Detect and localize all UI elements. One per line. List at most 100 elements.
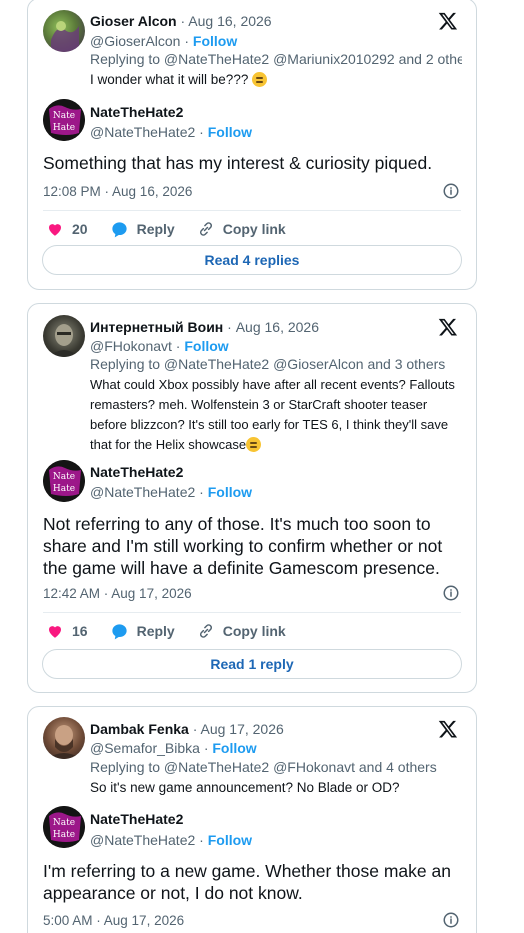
replying-to: Replying to @NateTheHate2 @Mariunix20102… <box>90 51 462 67</box>
tweet-text-line: What could Xbox possibly have after all … <box>90 377 455 392</box>
like-button[interactable]: 16 <box>46 622 88 640</box>
reply-label: Reply <box>136 221 175 237</box>
avatar[interactable] <box>43 717 85 759</box>
author-row: Gioser Alcon · Aug 16, 2026 <box>90 12 462 30</box>
tweet-card: Dambak Fenka · Aug 17, 2026 @Semafor_Bib… <box>27 706 477 933</box>
reply-text-line: I'm referring to a new game. Whether tho… <box>43 861 451 881</box>
thinking-emoji-icon <box>246 437 262 452</box>
tweet-date[interactable]: · Aug 16, 2026 <box>181 13 272 29</box>
reply-text-line: Not referring to any of those. It's much… <box>43 514 431 534</box>
reply-text-line: the game will have a definite Gamescom p… <box>43 558 440 578</box>
like-button[interactable]: 20 <box>46 220 88 238</box>
handle-row: @FHokonavt · Follow <box>90 337 462 355</box>
replying-to: Replying to @NateTheHate2 @FHokonavt and… <box>90 759 437 775</box>
copy-link-button[interactable]: Copy link <box>197 622 286 640</box>
author-handle[interactable]: @FHokonavt · <box>90 338 180 354</box>
reply-button[interactable]: Reply <box>110 622 175 641</box>
read-replies-button[interactable]: Read 1 reply <box>42 649 462 679</box>
author-name[interactable]: Интернетный Воин <box>90 319 223 335</box>
reply-text-line: appearance or not, I do not know. <box>43 883 303 903</box>
avatar[interactable]: Nate Hate <box>43 99 85 141</box>
author-name[interactable]: Dambak Fenka <box>90 721 189 737</box>
reply-author-handle[interactable]: @NateTheHate2 · <box>90 832 204 848</box>
tweet-text-content: So it's new game announcement? No Blade … <box>90 780 400 795</box>
reply-author-name[interactable]: NateTheHate2 <box>90 811 183 827</box>
follow-button[interactable]: Follow <box>208 832 252 848</box>
reply-handle-row: @NateTheHate2 · Follow <box>90 831 462 849</box>
author-row: Интернетный Воин · Aug 16, 2026 <box>90 318 462 336</box>
reply-author-row: NateTheHate2 <box>90 103 462 121</box>
reply-bubble-icon <box>111 623 127 639</box>
tweet-text: I wonder what it will be??? <box>90 70 460 90</box>
follow-button[interactable]: Follow <box>184 338 228 354</box>
handle-row: @GioserAlcon · Follow <box>90 32 462 50</box>
avatar[interactable] <box>43 10 85 52</box>
author-row: Dambak Fenka · Aug 17, 2026 <box>90 720 462 738</box>
reply-author-row: NateTheHate2 <box>90 810 462 828</box>
copy-link-label: Copy link <box>222 623 286 639</box>
action-bar: 20 Reply Copy link <box>46 219 462 239</box>
author-name[interactable]: Gioser Alcon <box>90 13 177 29</box>
reply-label: Reply <box>136 623 175 639</box>
thinking-emoji-icon <box>252 72 268 87</box>
svg-text:Nate: Nate <box>53 472 75 482</box>
copy-link-button[interactable]: Copy link <box>197 220 286 238</box>
heart-icon <box>49 224 61 236</box>
reply-author-name[interactable]: NateTheHate2 <box>90 104 183 120</box>
tweet-card: Интернетный Воин · Aug 16, 2026 @FHokona… <box>27 303 477 693</box>
heart-icon <box>49 626 61 638</box>
svg-text:Hate: Hate <box>53 123 75 133</box>
avatar-face-icon <box>49 324 79 357</box>
timestamp[interactable]: 5:00 AM · Aug 17, 2026 <box>43 913 184 928</box>
reply-text: I'm referring to a new game. Whether tho… <box>43 860 462 904</box>
link-icon <box>199 624 212 638</box>
like-count: 16 <box>72 623 88 639</box>
avatar[interactable]: Nate Hate <box>43 806 85 848</box>
link-icon <box>199 222 212 236</box>
divider <box>43 612 461 613</box>
replying-to: Replying to @NateTheHate2 @GioserAlcon a… <box>90 356 446 372</box>
follow-button[interactable]: Follow <box>212 740 256 756</box>
timestamp[interactable]: 12:42 AM · Aug 17, 2026 <box>43 586 192 601</box>
author-handle[interactable]: @Semafor_Bibka · <box>90 740 208 756</box>
follow-button[interactable]: Follow <box>208 124 252 140</box>
reply-handle-row: @NateTheHate2 · Follow <box>90 123 462 141</box>
tweet-text: What could Xbox possibly have after all … <box>90 375 460 455</box>
tweet-date[interactable]: · Aug 17, 2026 <box>193 721 284 737</box>
info-icon[interactable] <box>442 182 460 200</box>
svg-text:Nate: Nate <box>53 111 75 121</box>
reply-author-handle[interactable]: @NateTheHate2 · <box>90 484 204 500</box>
timestamp[interactable]: 12:08 PM · Aug 16, 2026 <box>43 184 192 199</box>
reply-button[interactable]: Reply <box>110 220 175 239</box>
avatar-face-icon <box>47 725 81 759</box>
natethehate-avatar-icon: Nate Hate <box>43 99 85 141</box>
tweet-text-content: I wonder what it will be??? <box>90 72 249 87</box>
info-icon[interactable] <box>442 584 460 602</box>
follow-button[interactable]: Follow <box>193 33 237 49</box>
tweet-text: So it's new game announcement? No Blade … <box>90 778 460 798</box>
follow-button[interactable]: Follow <box>208 484 252 500</box>
handle-row: @Semafor_Bibka · Follow <box>90 739 462 757</box>
reply-text: Something that has my interest & curiosi… <box>43 153 433 173</box>
divider <box>43 210 461 211</box>
copy-link-label: Copy link <box>222 221 286 237</box>
tweet-text-line: that for the Helix showcase <box>90 437 247 452</box>
reply-handle-row: @NateTheHate2 · Follow <box>90 483 462 501</box>
like-count: 20 <box>72 221 88 237</box>
svg-text:Hate: Hate <box>53 484 75 494</box>
info-icon[interactable] <box>442 911 460 929</box>
reply-author-handle[interactable]: @NateTheHate2 · <box>90 124 204 140</box>
natethehate-avatar-icon: Nate Hate <box>43 806 85 848</box>
author-handle[interactable]: @GioserAlcon · <box>90 33 189 49</box>
reply-bubble-icon <box>111 221 127 237</box>
tweet-date[interactable]: · Aug 16, 2026 <box>227 319 319 335</box>
avatar[interactable] <box>43 315 85 357</box>
reply-author-row: NateTheHate2 <box>90 463 462 481</box>
reply-author-name[interactable]: NateTheHate2 <box>90 464 183 480</box>
reply-text: Not referring to any of those. It's much… <box>43 513 462 579</box>
read-replies-button[interactable]: Read 4 replies <box>42 245 462 275</box>
svg-text:Nate: Nate <box>53 818 75 828</box>
reply-text-line: share and I'm still working to confirm w… <box>43 536 443 556</box>
tweet-text-line: before blizzcon? It's still too early fo… <box>90 417 449 432</box>
avatar[interactable]: Nate Hate <box>43 460 85 502</box>
